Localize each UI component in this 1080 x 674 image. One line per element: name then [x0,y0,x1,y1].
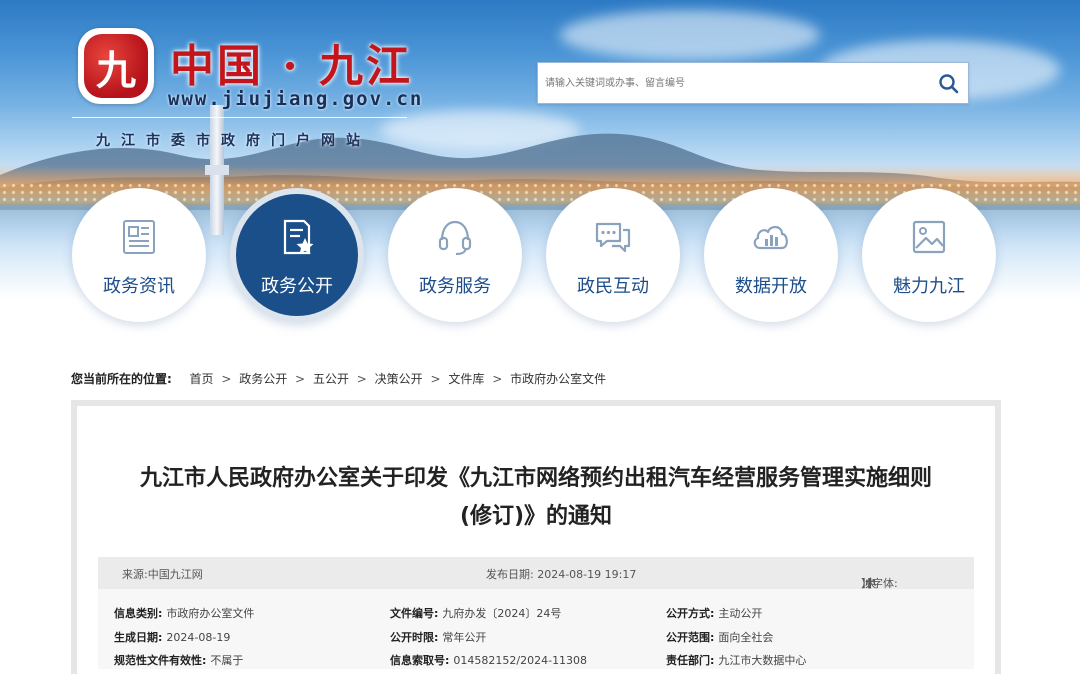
breadcrumb: 您当前所在的位置: 首页 > 政务公开 > 五公开 > 决策公开 > 文件库 >… [71,370,606,387]
nav-item-charm-jiujiang[interactable]: 魅力九江 [862,188,996,322]
info-value: 九江市大数据中心 [718,654,807,667]
info-open-scope: 公开范围: 面向全社会 [666,629,773,645]
breadcrumb-decision-open[interactable]: 决策公开 [375,372,423,386]
nav-label: 魅力九江 [893,276,965,297]
newspaper-icon [123,220,155,254]
document-title: 九江市人民政府办公室关于印发《九江市网络预约出租汽车经营服务管理实施细则 (修订… [77,460,995,536]
info-key: 文件编号: [390,607,439,620]
logo-divider [72,117,407,118]
document-title-line: 九江市人民政府办公室关于印发《九江市网络预约出租汽车经营服务管理实施细则 [139,466,932,491]
info-key: 公开方式: [666,607,715,620]
breadcrumb-office-files[interactable]: 市政府办公室文件 [510,372,606,386]
document-title-line: (修订)》的通知 [459,504,613,529]
nav-label: 政务公开 [261,276,333,297]
main-nav: 政务资讯 政务公开 政务服务 政民互动 数据开放 魅力九江 [0,188,1080,328]
cloud-chart-icon [753,225,788,250]
breadcrumb-home[interactable]: 首页 [189,372,213,386]
info-key: 信息类别: [114,607,163,620]
breadcrumb-five-open[interactable]: 五公开 [313,372,349,386]
nav-label: 政务服务 [419,276,491,297]
search-icon[interactable] [936,71,962,97]
info-index-number: 信息索取号: 014582152/2024-11308 [390,652,587,668]
breadcrumb-file-library[interactable]: 文件库 [448,372,484,386]
info-key: 生成日期: [114,631,163,644]
document-source: 来源:中国九江网 [122,568,203,581]
breadcrumb-open-government[interactable]: 政务公开 [239,372,287,386]
info-key: 规范性文件有效性: [114,654,207,667]
site-title[interactable]: 中国 · 九江 [170,30,413,94]
nav-label: 政民互动 [577,276,649,297]
document-panel: 九江市人民政府办公室关于印发《九江市网络预约出租汽车经营服务管理实施细则 (修订… [71,400,1001,674]
chat-bubbles-icon [595,222,631,253]
search-input[interactable] [538,63,928,103]
nav-label: 政务资讯 [103,276,175,297]
info-doc-number: 文件编号: 九府办发〔2024〕24号 [390,605,561,621]
info-key: 责任部门: [666,654,715,667]
nav-label: 数据开放 [735,276,807,297]
info-value: 主动公开 [718,607,763,620]
info-value: 常年公开 [442,631,487,644]
info-value: 面向全社会 [718,631,774,644]
info-key: 公开时限: [390,631,439,644]
info-key: 信息索取号: [390,654,450,667]
publish-date: 发布日期: 2024-08-19 19:17 [486,568,637,581]
nav-item-interaction[interactable]: 政民互动 [546,188,680,322]
info-open-time: 公开时限: 常年公开 [390,629,486,645]
breadcrumb-separator: > [221,372,232,386]
document-star-icon [283,219,314,255]
info-value: 2024-08-19 [166,631,231,644]
info-validity: 规范性文件有效性: 不属于 [114,652,243,668]
nav-item-news[interactable]: 政务资讯 [72,188,206,322]
cloud [560,10,820,60]
nav-item-open-government[interactable]: 政务公开 [230,188,364,322]
info-value: 014582152/2024-11308 [453,654,588,667]
breadcrumb-separator: > [356,372,367,386]
document-info-table: 信息类别: 市政府办公室文件 文件编号: 九府办发〔2024〕24号 公开方式: 主动… [98,589,974,669]
breadcrumb-separator: > [430,372,441,386]
info-value: 九府办发〔2024〕24号 [442,607,562,620]
info-created-date: 生成日期: 2024-08-19 [114,629,230,645]
site-subtitle: 九江市委市政府门户网站 [96,133,371,149]
breadcrumb-lead: 您当前所在的位置: [71,372,172,386]
nav-item-services[interactable]: 政务服务 [388,188,522,322]
picture-icon [912,220,946,254]
info-key: 公开范围: [666,631,715,644]
breadcrumb-separator: > [492,372,503,386]
site-logo-icon[interactable]: 九 [78,28,154,104]
site-url: www.jiujiang.gov.cn [168,88,424,110]
info-category: 信息类别: 市政府办公室文件 [114,605,254,621]
info-value: 市政府办公室文件 [166,607,255,620]
breadcrumb-separator: > [295,372,306,386]
nav-item-open-data[interactable]: 数据开放 [704,188,838,322]
info-value: 不属于 [210,654,244,667]
search-box [537,62,969,104]
info-open-mode: 公开方式: 主动公开 [666,605,762,621]
headset-icon [438,220,472,255]
document-meta-bar: 来源:中国九江网 发布日期: 2024-08-19 19:17 【字体: 大 中… [98,557,974,590]
info-department: 责任部门: 九江市大数据中心 [666,652,806,668]
